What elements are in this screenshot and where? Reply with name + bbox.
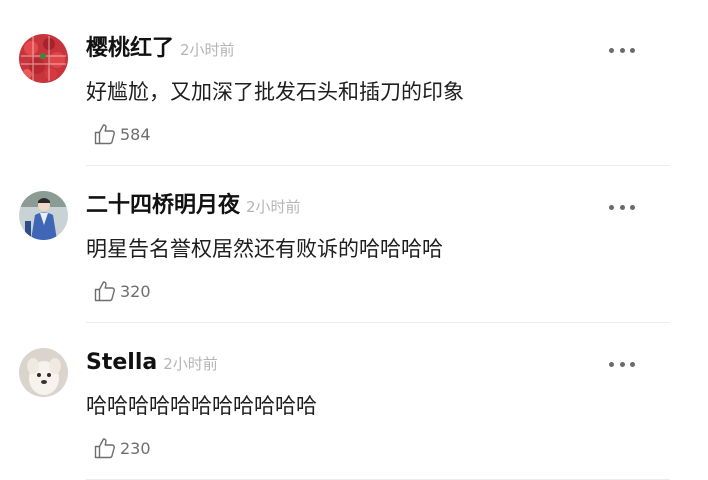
username[interactable]: 樱桃红了 2小时前 [86, 34, 235, 65]
more-dots-icon[interactable] [609, 203, 635, 211]
like-button[interactable]: 320 [93, 279, 151, 303]
timestamp: 2小时前 [246, 198, 301, 216]
like-count: 320 [120, 281, 151, 301]
costume-figure-avatar-icon [19, 191, 68, 240]
comment-item: Stella 2小时前 哈哈哈哈哈哈哈哈哈哈哈 230 [0, 314, 708, 480]
username-text[interactable]: 二十四桥明月夜 [86, 193, 240, 218]
like-button[interactable]: 230 [93, 436, 151, 460]
timestamp: 2小时前 [163, 355, 218, 373]
more-dots-icon[interactable] [609, 360, 635, 368]
username-text[interactable]: 樱桃红了 [86, 36, 174, 61]
thumbs-up-icon [94, 438, 115, 459]
username[interactable]: Stella 2小时前 [86, 348, 218, 379]
timestamp: 2小时前 [180, 41, 235, 59]
avatar[interactable] [19, 34, 68, 83]
username[interactable]: 二十四桥明月夜 2小时前 [86, 191, 301, 222]
white-dog-avatar-icon [19, 348, 68, 397]
like-count: 584 [120, 124, 151, 144]
username-text[interactable]: Stella [86, 350, 157, 375]
strawberry-avatar-icon [19, 34, 68, 83]
comment-text: 哈哈哈哈哈哈哈哈哈哈哈 [86, 394, 317, 418]
more-dots-icon[interactable] [609, 46, 635, 54]
avatar[interactable] [19, 191, 68, 240]
comment-text: 明星告名誉权居然还有败诉的哈哈哈哈 [86, 237, 443, 261]
avatar[interactable] [19, 348, 68, 397]
comment-item: 樱桃红了 2小时前 好尴尬，又加深了批发石头和插刀的印象 584 [0, 0, 708, 166]
like-button[interactable]: 584 [93, 122, 151, 146]
comment-item: 二十四桥明月夜 2小时前 明星告名誉权居然还有败诉的哈哈哈哈 320 [0, 157, 708, 323]
thumbs-up-icon [94, 124, 115, 145]
comment-text: 好尴尬，又加深了批发石头和插刀的印象 [86, 80, 464, 104]
like-count: 230 [120, 438, 151, 458]
thumbs-up-icon [94, 281, 115, 302]
